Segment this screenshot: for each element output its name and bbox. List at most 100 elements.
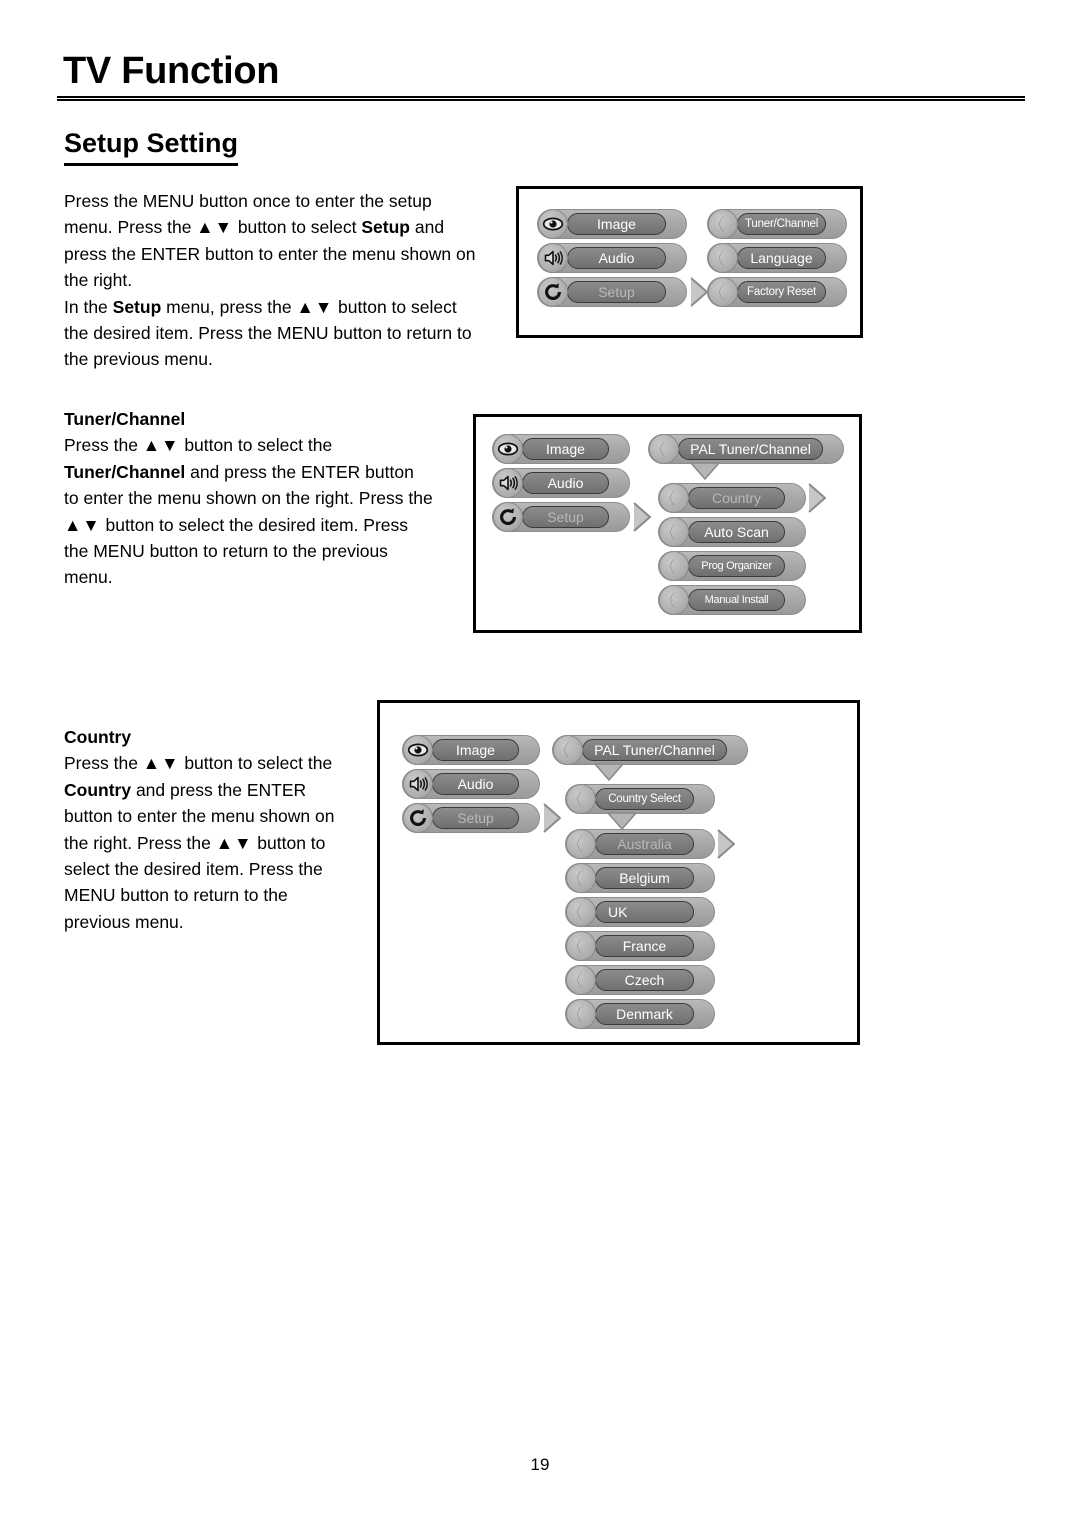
- osd-row[interactable]: Language: [707, 243, 847, 273]
- updown-arrows-icon: ▲▼: [196, 217, 233, 238]
- osd-row[interactable]: France: [565, 931, 715, 961]
- country-line-6: MENU button to return to the: [64, 885, 288, 906]
- menu-item-factory-reset[interactable]: Factory Reset: [707, 277, 847, 307]
- setup-line-7: the previous menu.: [64, 349, 213, 370]
- updown-arrows-icon-3: ▲▼: [142, 435, 180, 456]
- menu-item-label: UK: [595, 901, 694, 923]
- menu-item-image[interactable]: Image: [402, 735, 540, 765]
- section-title: Setup Setting: [64, 130, 238, 166]
- country-line-3: button to enter the menu shown on: [64, 806, 335, 827]
- osd-row[interactable]: Denmark: [565, 999, 715, 1029]
- moon-icon: [659, 585, 689, 615]
- tuner-channel-menu-diagram: Image Audio Setup PAL Tuner/Channel Coun…: [473, 414, 862, 633]
- menu-item-label: Czech: [595, 969, 694, 991]
- moon-icon: [708, 209, 738, 239]
- tuner-paragraph: Tuner/Channel Press the ▲▼ button to sele…: [64, 406, 484, 591]
- menu-item-auto-scan[interactable]: Auto Scan: [658, 517, 806, 547]
- osd-row[interactable]: Czech: [565, 965, 715, 995]
- osd-row[interactable]: Image: [402, 735, 540, 765]
- osd-row[interactable]: Audio: [492, 468, 630, 498]
- menu-item-prog-organizer[interactable]: Prog Organizer: [658, 551, 806, 581]
- osd-row[interactable]: Audio: [402, 769, 540, 799]
- osd-row[interactable]: PAL Tuner/Channel: [552, 735, 748, 765]
- osd-row[interactable]: Australia: [565, 829, 735, 859]
- menu-item-belgium[interactable]: Belgium: [565, 863, 715, 893]
- menu-item-france[interactable]: France: [565, 931, 715, 961]
- tuner-line-4a: button to select the desired item. Press: [100, 514, 409, 535]
- setup-line-4: the right.: [64, 270, 133, 291]
- menu-item-australia[interactable]: Australia: [565, 829, 715, 859]
- menu-item-label: Factory Reset: [737, 281, 826, 303]
- menu-item-tuner-channel[interactable]: Tuner/Channel: [707, 209, 847, 239]
- menu-item-label: Denmark: [595, 1003, 694, 1025]
- menu-item-label: Belgium: [595, 867, 694, 889]
- menu-item-uk[interactable]: UK: [565, 897, 715, 927]
- menu-item-denmark[interactable]: Denmark: [565, 999, 715, 1029]
- menu-item-label: Audio: [522, 472, 609, 494]
- osd-row[interactable]: Setup: [537, 277, 708, 307]
- setup-line-5a: In the: [64, 296, 113, 317]
- menu-item-setup[interactable]: Setup: [402, 803, 540, 833]
- updown-arrows-icon-4: ▲▼: [64, 514, 101, 535]
- menu-item-label: Setup: [567, 281, 666, 303]
- speaker-icon: [538, 243, 568, 273]
- moon-icon: [708, 277, 738, 307]
- tuner-bold-tuner: Tuner/Channel: [64, 461, 186, 482]
- menu-item-czech[interactable]: Czech: [565, 965, 715, 995]
- menu-item-label: Audio: [567, 247, 666, 269]
- osd-row[interactable]: PAL Tuner/Channel: [648, 434, 844, 464]
- tuner-line-1a: Press the: [64, 435, 143, 456]
- osd-row[interactable]: Image: [537, 209, 687, 239]
- menu-item-audio[interactable]: Audio: [402, 769, 540, 799]
- osd-row[interactable]: Manual Install: [658, 585, 806, 615]
- osd-row[interactable]: Auto Scan: [658, 517, 806, 547]
- menu-item-image[interactable]: Image: [492, 434, 630, 464]
- menu-item-setup[interactable]: Setup: [492, 502, 630, 532]
- osd-row[interactable]: Prog Organizer: [658, 551, 806, 581]
- menu-item-country[interactable]: Country: [658, 483, 806, 513]
- osd-row[interactable]: Audio: [537, 243, 687, 273]
- menu-item-label: Tuner/Channel: [737, 213, 827, 235]
- page-number: 19: [530, 1455, 550, 1474]
- menu-item-pal-tuner-channel[interactable]: PAL Tuner/Channel: [552, 735, 748, 765]
- moon-icon: [659, 517, 689, 547]
- country-menu-diagram: Image Audio Setup PAL Tuner/Channel Coun…: [377, 700, 860, 1045]
- menu-item-manual-install[interactable]: Manual Install: [658, 585, 806, 615]
- country-bold-country: Country: [64, 779, 132, 800]
- moon-icon: [553, 735, 583, 765]
- menu-item-audio[interactable]: Audio: [537, 243, 687, 273]
- menu-item-label: France: [595, 935, 694, 957]
- setup-line-2b: button to select: [232, 217, 362, 238]
- country-heading: Country: [64, 727, 132, 747]
- setup-line-2c: and: [410, 217, 445, 238]
- osd-row[interactable]: Tuner/Channel: [707, 209, 847, 239]
- country-line-2a: and press the ENTER: [131, 779, 307, 800]
- refresh-icon: [538, 277, 568, 307]
- osd-row[interactable]: Country: [658, 483, 826, 513]
- tuner-line-2a: and press the ENTER button: [185, 461, 414, 482]
- osd-row[interactable]: Setup: [492, 502, 651, 532]
- osd-row[interactable]: Image: [492, 434, 630, 464]
- title-rule: [57, 96, 1025, 101]
- osd-row[interactable]: Country Select: [565, 784, 715, 814]
- country-line-4a: the right. Press the: [64, 832, 216, 853]
- osd-row[interactable]: Belgium: [565, 863, 715, 893]
- menu-item-label: Auto Scan: [688, 521, 785, 543]
- menu-item-language[interactable]: Language: [707, 243, 847, 273]
- setup-paragraph: Press the MENU button once to enter the …: [64, 188, 514, 373]
- arrow-down-icon: [690, 462, 720, 480]
- setup-line-6: the desired item. Press the MENU button …: [64, 323, 472, 344]
- menu-item-setup[interactable]: Setup: [537, 277, 687, 307]
- menu-item-label: Image: [432, 739, 519, 761]
- country-line-4b: button to: [252, 832, 326, 853]
- menu-item-audio[interactable]: Audio: [492, 468, 630, 498]
- moon-icon: [708, 243, 738, 273]
- menu-item-pal-tuner-channel[interactable]: PAL Tuner/Channel: [648, 434, 844, 464]
- chevron-right-icon: [543, 803, 561, 833]
- menu-item-image[interactable]: Image: [537, 209, 687, 239]
- osd-row[interactable]: Factory Reset: [707, 277, 847, 307]
- moon-icon: [566, 784, 596, 814]
- osd-row[interactable]: UK: [565, 897, 715, 927]
- menu-item-country-select[interactable]: Country Select: [565, 784, 715, 814]
- osd-row[interactable]: Setup: [402, 803, 561, 833]
